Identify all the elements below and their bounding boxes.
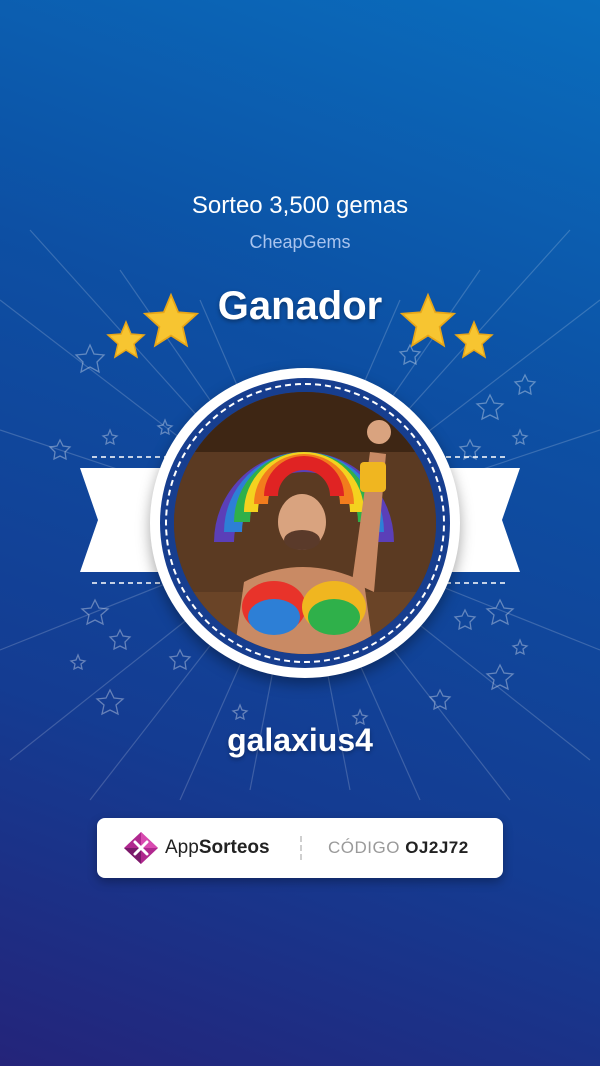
winner-username: galaxius4 [227,722,373,758]
winner-medal [150,368,460,678]
brand-name: AppSorteos [165,837,270,859]
avatar-image [174,392,436,654]
code-value: OJ2J72 [405,838,469,857]
winner-avatar [174,392,436,654]
brand-suffix: Sorteos [198,837,270,858]
appsorteos-logo-icon [124,832,158,864]
code-label: CÓDIGO [328,838,400,857]
brand-prefix: App [165,837,199,858]
footer-divider [300,836,302,860]
winner-heading: Ganador [217,284,383,328]
medal-ring [160,378,450,668]
organizer-name: CheapGems [249,232,351,252]
footer-card: AppSorteos CÓDIGO OJ2J72 [97,818,503,878]
raffle-title: Sorteo 3,500 gemas [191,192,409,219]
raffle-code: CÓDIGO OJ2J72 [328,838,469,858]
